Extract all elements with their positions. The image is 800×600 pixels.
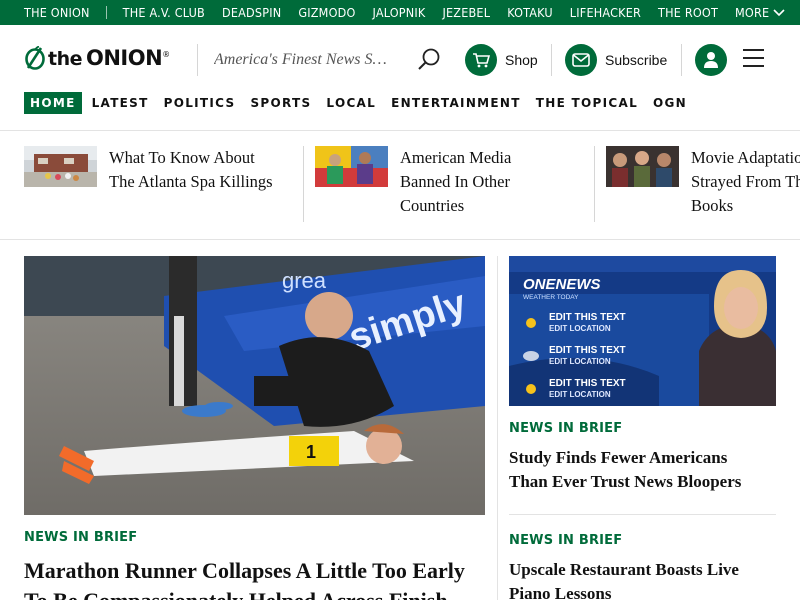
mail-icon [565, 44, 597, 76]
network-link-the-onion[interactable]: THE ONION [24, 5, 90, 20]
chevron-down-icon [773, 8, 785, 16]
hamburger-menu-icon[interactable] [743, 49, 765, 71]
tv-subbrand: WEATHER TODAY [523, 294, 579, 301]
network-link-the-root[interactable]: THE ROOT [658, 5, 718, 20]
search-icon [418, 48, 440, 70]
trending-item[interactable]: What To Know About The Atlanta Spa Killin… [24, 146, 273, 194]
network-link-gizmodo[interactable]: GIZMODO [298, 5, 355, 20]
trending-divider [594, 146, 595, 222]
nav-item-latest[interactable]: LATEST [92, 92, 149, 114]
trending-title: Movie AdaptationsStrayed From TheBooks [691, 148, 800, 215]
header-divider [681, 44, 682, 76]
nav-item-the-topical[interactable]: THE TOPICAL [536, 92, 638, 114]
cart-icon [465, 44, 497, 76]
site-header: the ONION® America's Finest News Source S… [0, 25, 800, 95]
divider [0, 130, 800, 131]
nav-item-ogn[interactable]: OGN [653, 92, 687, 114]
runner-bib-number: 1 [306, 442, 316, 462]
network-link-av-club[interactable]: THE A.V. CLUB [123, 5, 205, 20]
nav-item-politics[interactable]: POLITICS [164, 92, 236, 114]
network-link-jezebel[interactable]: JEZEBEL [442, 5, 490, 20]
side-story-kicker[interactable]: NEWS IN BRIEF [509, 421, 622, 436]
account-button[interactable] [695, 44, 727, 76]
tagline: America's Finest News Source [214, 51, 394, 68]
nav-item-local[interactable]: LOCAL [326, 92, 376, 114]
trending-thumbnail [24, 146, 97, 187]
network-link-kotaku[interactable]: KOTAKU [507, 5, 553, 20]
subscribe-button[interactable]: Subscribe [565, 44, 667, 76]
divider [0, 239, 800, 240]
side-story-headline[interactable]: Upscale Restaurant Boasts Live Piano Less… [509, 558, 779, 600]
onion-logo[interactable]: the ONION® [24, 46, 170, 70]
trending-item[interactable]: American Media Banned In Other Countries [315, 146, 511, 218]
network-link-lifehacker[interactable]: LIFEHACKER [570, 5, 641, 20]
trending-thumbnail [315, 146, 388, 187]
column-divider [497, 256, 498, 600]
side-story-headline[interactable]: Study Finds Fewer Americans Than Ever Tru… [509, 446, 779, 494]
tv-brand: ONENEWS [523, 276, 601, 293]
hero-headline[interactable]: Marathon Runner Collapses A Little Too E… [24, 556, 494, 600]
divider [509, 514, 776, 515]
network-more-menu[interactable]: MORE [735, 5, 785, 20]
hero-image[interactable]: grea simply 1 [24, 256, 485, 515]
trending-title: American Media Banned In Other Countries [400, 148, 512, 215]
side-story-image[interactable]: ONENEWS WEATHER TODAY EDIT THIS TEXT EDI… [509, 256, 776, 406]
network-more-label: MORE [735, 5, 770, 20]
section-nav: HOME LATEST POLITICS SPORTS LOCAL ENTERT… [24, 92, 702, 114]
nav-item-home[interactable]: HOME [24, 92, 82, 114]
trending-item[interactable]: Movie AdaptationsStrayed From TheBooks [606, 146, 800, 218]
trending-thumbnail [606, 146, 679, 187]
trending-divider [303, 146, 304, 222]
shop-label: Shop [505, 52, 538, 68]
network-link-jalopnik[interactable]: JALOPNIK [373, 5, 426, 20]
nav-item-sports[interactable]: SPORTS [250, 92, 311, 114]
header-divider [551, 44, 552, 76]
tv-row-title: EDIT THIS TEXT [549, 378, 626, 389]
tv-row-sub: EDIT LOCATION [549, 357, 611, 366]
network-divider [105, 6, 107, 19]
tv-row-title: EDIT THIS TEXT [549, 312, 626, 323]
subscribe-label: Subscribe [605, 52, 668, 68]
tv-row-sub: EDIT LOCATION [549, 324, 611, 333]
banner-text-grea: grea [282, 268, 327, 293]
hero-kicker[interactable]: NEWS IN BRIEF [24, 530, 137, 545]
onion-logo-icon [25, 46, 45, 70]
tv-row-sub: EDIT LOCATION [549, 390, 611, 399]
logo-wordmark: the ONION® [48, 46, 170, 70]
header-divider [197, 44, 198, 76]
network-link-deadspin[interactable]: DEADSPIN [222, 5, 281, 20]
side-story-kicker[interactable]: NEWS IN BRIEF [509, 533, 622, 548]
nav-item-entertainment[interactable]: ENTERTAINMENT [391, 92, 521, 114]
shop-button[interactable]: Shop [465, 44, 538, 76]
search-button[interactable] [416, 47, 442, 73]
tv-row-title: EDIT THIS TEXT [549, 345, 626, 356]
network-bar: THE ONION THE A.V. CLUB DEADSPIN GIZMODO… [0, 0, 800, 25]
trending-title: What To Know About The Atlanta Spa Killin… [109, 148, 273, 191]
user-icon [704, 52, 718, 68]
